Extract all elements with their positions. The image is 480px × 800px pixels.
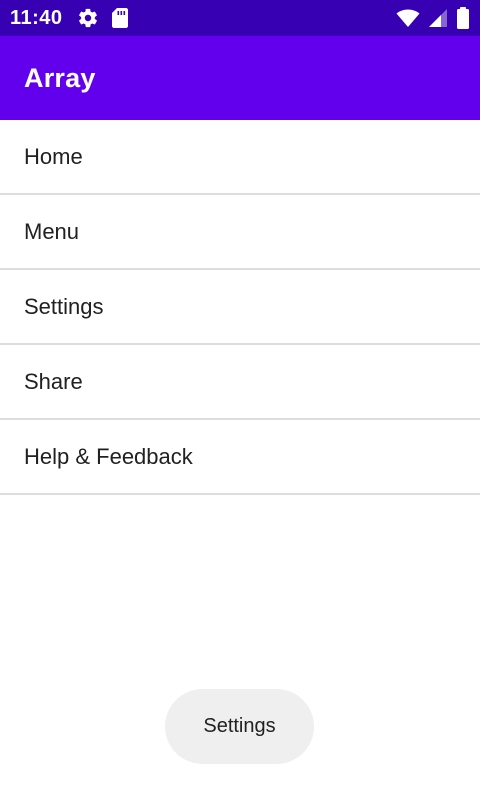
list-item-menu[interactable]: Menu [0,195,480,270]
app-bar: Array [0,36,480,120]
toast-message: Settings [165,689,314,764]
list-item-home[interactable]: Home [0,120,480,195]
status-right-icons [396,7,470,29]
gear-icon [77,7,99,29]
list-item-share[interactable]: Share [0,345,480,420]
menu-list: Home Menu Settings Share Help & Feedback [0,120,480,495]
sd-card-icon [111,7,129,29]
list-item-help-feedback[interactable]: Help & Feedback [0,420,480,495]
battery-icon [456,7,470,29]
list-item-settings[interactable]: Settings [0,270,480,345]
wifi-icon [396,8,420,28]
cell-signal-icon [428,8,448,28]
status-bar: 11:40 [0,0,480,36]
status-time: 11:40 [10,6,63,29]
status-left-icons [77,7,129,29]
app-title: Array [24,62,96,93]
